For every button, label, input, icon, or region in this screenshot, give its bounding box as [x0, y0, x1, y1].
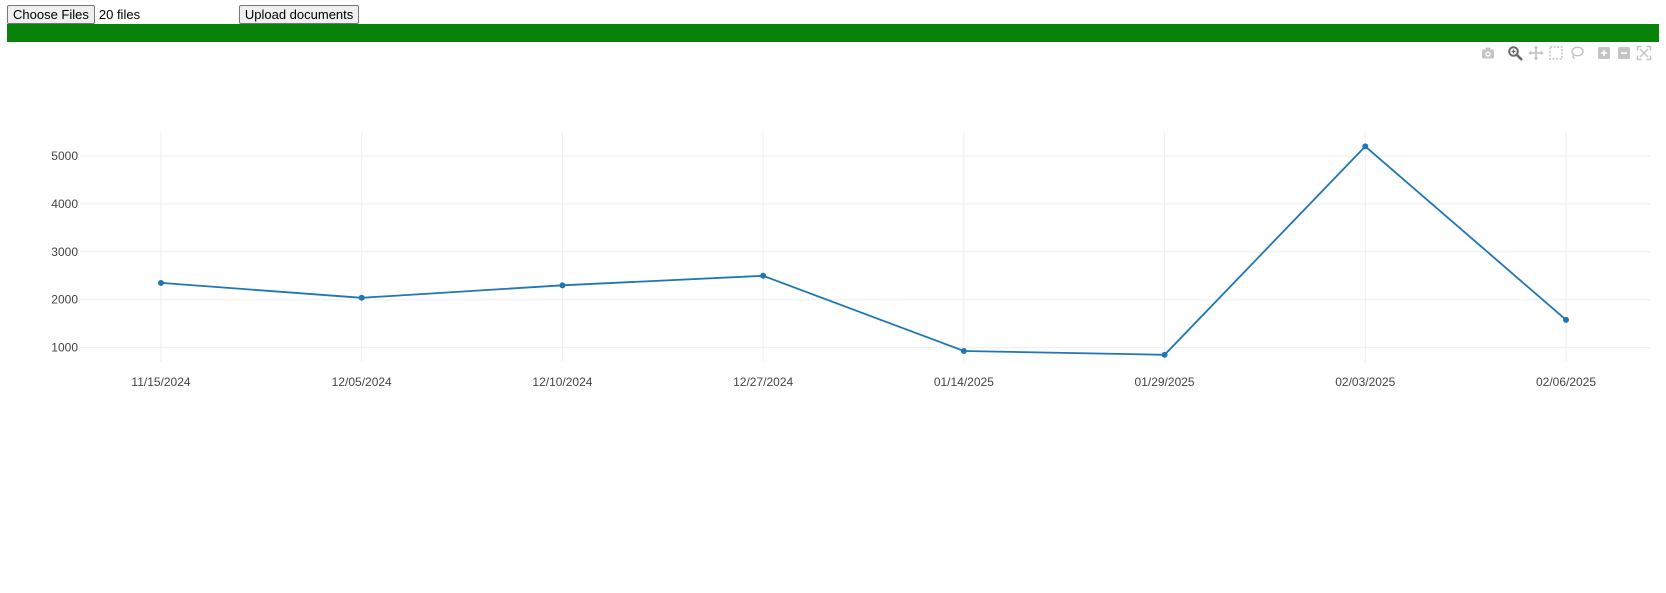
- data-point[interactable]: [358, 294, 365, 301]
- y-tick-label: 5000: [51, 149, 78, 163]
- data-point[interactable]: [1563, 316, 1569, 323]
- chart-grid: [80, 132, 1650, 362]
- x-tick-label: 11/15/2024: [131, 375, 190, 389]
- y-tick-label: 4000: [51, 197, 78, 211]
- data-point[interactable]: [960, 347, 967, 354]
- x-tick-label: 02/03/2025: [1335, 375, 1395, 389]
- y-tick-label: 3000: [51, 245, 78, 259]
- data-point[interactable]: [760, 272, 767, 279]
- x-tick-label: 01/14/2025: [934, 375, 994, 389]
- y-axis-ticks: 1000 2000 3000 4000 5000: [51, 149, 78, 355]
- x-tick-label: 12/10/2024: [532, 375, 592, 389]
- data-point[interactable]: [559, 282, 566, 289]
- y-tick-label: 2000: [51, 293, 78, 307]
- x-tick-label: 12/05/2024: [332, 375, 392, 389]
- data-point[interactable]: [1161, 351, 1168, 358]
- line-chart[interactable]: 1000 2000 3000 4000 5000 11/15/2024 12/05/202…: [0, 0, 1666, 593]
- x-tick-label: 12/27/2024: [733, 375, 793, 389]
- y-tick-label: 1000: [51, 341, 78, 355]
- series-points: [158, 143, 1569, 358]
- data-point[interactable]: [1362, 143, 1369, 150]
- data-point[interactable]: [158, 279, 164, 286]
- x-tick-label: 02/06/2025: [1536, 375, 1596, 389]
- series-line: [160, 145, 1567, 356]
- x-axis-ticks: 11/15/2024 12/05/2024 12/10/2024 12/27/2024…: [131, 375, 1596, 389]
- x-tick-label: 01/29/2025: [1135, 375, 1195, 389]
